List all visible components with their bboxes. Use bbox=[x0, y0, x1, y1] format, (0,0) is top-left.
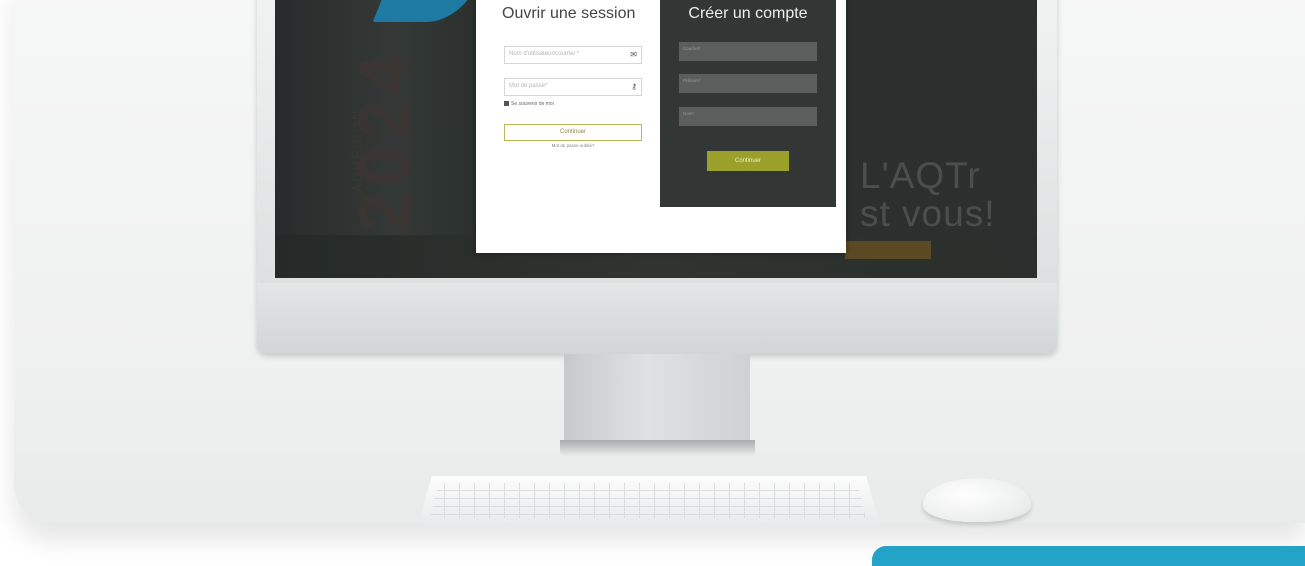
remember-me[interactable]: Se souvenir de moi bbox=[504, 101, 554, 107]
signup-panel: Créer un compte Courriel* Prénom* Nom* C… bbox=[660, 0, 836, 207]
monitor-chin bbox=[257, 283, 1057, 354]
username-field[interactable]: Nom d'utilisateur/courriel * ✉ bbox=[504, 46, 642, 64]
password-placeholder: Mot de passe* bbox=[509, 83, 548, 89]
signup-continue-button[interactable]: Continuer bbox=[707, 151, 789, 171]
forgot-password-link[interactable]: Mot de passe oublié? bbox=[504, 143, 642, 148]
keyboard-keys bbox=[430, 483, 866, 518]
remember-label: Se souvenir de moi bbox=[511, 101, 554, 107]
signup-email-field[interactable]: Courriel* bbox=[679, 42, 817, 61]
signup-title: Créer un compte bbox=[688, 5, 808, 22]
slogan-line-1: L'AQTr bbox=[860, 155, 981, 196]
login-title: Ouvrir une session bbox=[502, 5, 636, 22]
mouse bbox=[923, 478, 1031, 522]
signup-lastname-field[interactable]: Nom* bbox=[679, 107, 817, 126]
slogan-button[interactable] bbox=[845, 241, 931, 259]
slogan: L'AQTr st vous! bbox=[860, 157, 996, 233]
year-label: 2024 bbox=[345, 47, 425, 233]
password-field[interactable]: Mot de passe* ⚷ bbox=[504, 78, 642, 96]
monitor-stand-base bbox=[560, 440, 755, 456]
remember-checkbox[interactable] bbox=[504, 101, 509, 107]
signup-firstname-field[interactable]: Prénom* bbox=[679, 74, 817, 93]
login-continue-button[interactable]: Continuer bbox=[504, 124, 642, 141]
slogan-line-2: st vous! bbox=[860, 193, 996, 234]
key-icon: ⚷ bbox=[631, 82, 637, 91]
monitor-stand bbox=[564, 354, 750, 452]
bottom-tab bbox=[872, 546, 1305, 566]
login-modal: Ouvrir une session Nom d'utilisateur/cou… bbox=[476, 0, 846, 253]
monitor-screen: ADHÉSION 2024 L'AQTr st vous! Ouvrir une… bbox=[275, 0, 1037, 278]
username-placeholder: Nom d'utilisateur/courriel * bbox=[509, 51, 579, 57]
envelope-icon: ✉ bbox=[630, 50, 637, 59]
